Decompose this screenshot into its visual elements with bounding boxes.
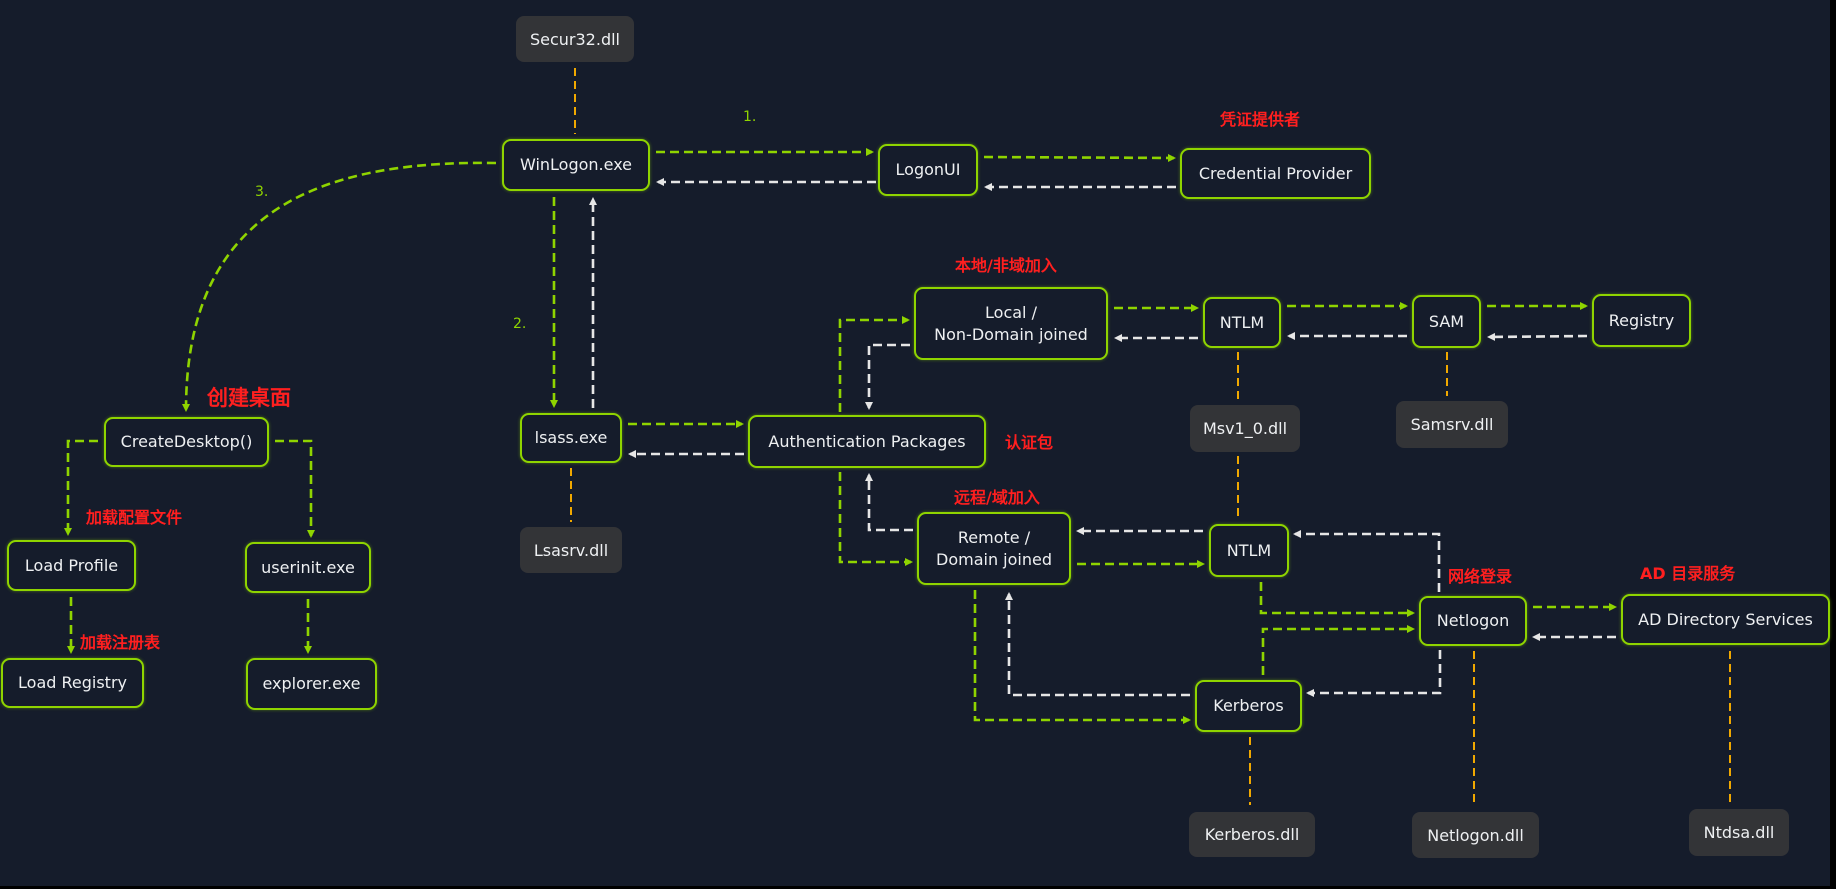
step-2-label: 2.: [513, 316, 527, 332]
explorer-label: explorer.exe: [262, 674, 361, 693]
kerberos-dll-box: Kerberos.dll: [1189, 812, 1315, 857]
userinit-label: userinit.exe: [261, 557, 355, 577]
samsrv-dll-label: Samsrv.dll: [1410, 415, 1494, 434]
remote-to-auth-arrow: [865, 473, 913, 532]
kerberos-to-remote-arrow: [1005, 592, 1190, 697]
local-to-auth-arrow: [865, 343, 910, 410]
registry-label: Registry: [1608, 310, 1675, 330]
remote-domain-label: Remote / Domain joined: [936, 527, 1052, 569]
load-registry-annotation: 加载注册表: [80, 633, 161, 652]
lsass-node: lsass.exe: [520, 413, 622, 463]
netlogon-node: Netlogon: [1419, 596, 1527, 646]
logonui-to-credprov-arrow: [983, 153, 1176, 162]
netlogon-to-ntlm-arrow: [1293, 530, 1441, 592]
ad-directory-services-node: AD Directory Services: [1621, 594, 1830, 645]
netlogon-to-kerberos-arrow: [1306, 650, 1442, 697]
netlogon-annotation: 网络登录: [1448, 567, 1513, 586]
userinit-node: userinit.exe: [245, 542, 371, 593]
netlogon-label: Netlogon: [1436, 611, 1510, 630]
msv1-0-dll-box: Msv1_0.dll: [1190, 405, 1300, 452]
local-non-domain-node: Local / Non-Domain joined: [914, 287, 1108, 360]
secur32-dll-box: Secur32.dll: [516, 16, 634, 62]
ntdsa-dll-box: Ntdsa.dll: [1689, 809, 1789, 856]
auth-packages-node: Authentication Packages: [748, 415, 986, 468]
credential-provider-label: Credential Provider: [1198, 163, 1353, 183]
netlogon-dll-box: Netlogon.dll: [1412, 812, 1539, 858]
lsasrv-dll-label: Lsasrv.dll: [533, 540, 609, 560]
logonui-node: LogonUI: [878, 144, 978, 196]
create-desktop-label: CreateDesktop(): [120, 432, 253, 451]
load-registry-node: Load Registry: [1, 658, 144, 708]
lsass-label: lsass.exe: [534, 428, 608, 447]
load-profile-annotation: 加载配置文件: [86, 508, 183, 527]
ntdsa-dll-label: Ntdsa.dll: [1703, 823, 1775, 842]
registry-to-sam-arrow: [1487, 332, 1588, 341]
winlogon-label: WinLogon.exe: [519, 155, 633, 174]
explorer-node: explorer.exe: [246, 658, 377, 710]
ntlm-remote-label: NTLM: [1226, 540, 1272, 560]
load-profile-node: Load Profile: [7, 540, 136, 591]
ad-directory-services-annotation: AD 目录服务: [1640, 564, 1736, 583]
winlogon-to-createdesktop-arrow: [182, 161, 497, 412]
load-profile-label: Load Profile: [24, 555, 119, 575]
winlogon-node: WinLogon.exe: [502, 139, 650, 191]
lsasrv-dll-box: Lsasrv.dll: [520, 527, 622, 573]
auth-to-local-arrow: [838, 316, 910, 412]
registry-node: Registry: [1592, 294, 1691, 347]
auth-packages-annotation: 认证包: [1005, 433, 1054, 452]
sam-label: SAM: [1428, 311, 1465, 331]
kerberos-dll-label: Kerberos.dll: [1204, 825, 1300, 844]
kerberos-to-netlogon-arrow: [1261, 625, 1415, 675]
credential-provider-node: Credential Provider: [1180, 148, 1371, 199]
msv1-0-dll-label: Msv1_0.dll: [1202, 419, 1288, 438]
ntlm-remote-node: NTLM: [1209, 524, 1289, 577]
ntlm-local-node: NTLM: [1203, 297, 1281, 348]
local-non-domain-label: Local / Non-Domain joined: [934, 302, 1088, 344]
netlogon-dll-label: Netlogon.dll: [1427, 825, 1524, 845]
auth-packages-label: Authentication Packages: [768, 431, 966, 451]
local-non-domain-annotation: 本地/非域加入: [955, 256, 1057, 275]
ad-directory-services-label: AD Directory Services: [1638, 609, 1813, 629]
sam-node: SAM: [1412, 295, 1481, 348]
remote-domain-node: Remote / Domain joined: [917, 512, 1071, 585]
logonui-label: LogonUI: [895, 160, 961, 179]
secur32-dll-label: Secur32.dll: [529, 29, 620, 49]
step-3-label: 3.: [255, 184, 269, 200]
createdesktop-to-userinit-arrow: [275, 439, 315, 538]
kerberos-label: Kerberos: [1213, 696, 1284, 715]
create-desktop-annotation: 创建桌面: [207, 386, 291, 410]
remote-to-kerberos-arrow: [973, 590, 1191, 724]
samsrv-dll-box: Samsrv.dll: [1396, 401, 1508, 448]
step-1-label: 1.: [743, 109, 757, 125]
ntlm-to-netlogon-arrow: [1259, 582, 1415, 617]
auth-to-remote-arrow: [838, 472, 913, 566]
ntlm-local-label: NTLM: [1219, 312, 1265, 332]
remote-domain-annotation: 远程/域加入: [954, 488, 1040, 507]
create-desktop-node: CreateDesktop(): [104, 417, 269, 467]
credential-provider-annotation: 凭证提供者: [1220, 110, 1301, 129]
kerberos-node: Kerberos: [1195, 680, 1302, 732]
load-registry-label: Load Registry: [18, 673, 127, 692]
